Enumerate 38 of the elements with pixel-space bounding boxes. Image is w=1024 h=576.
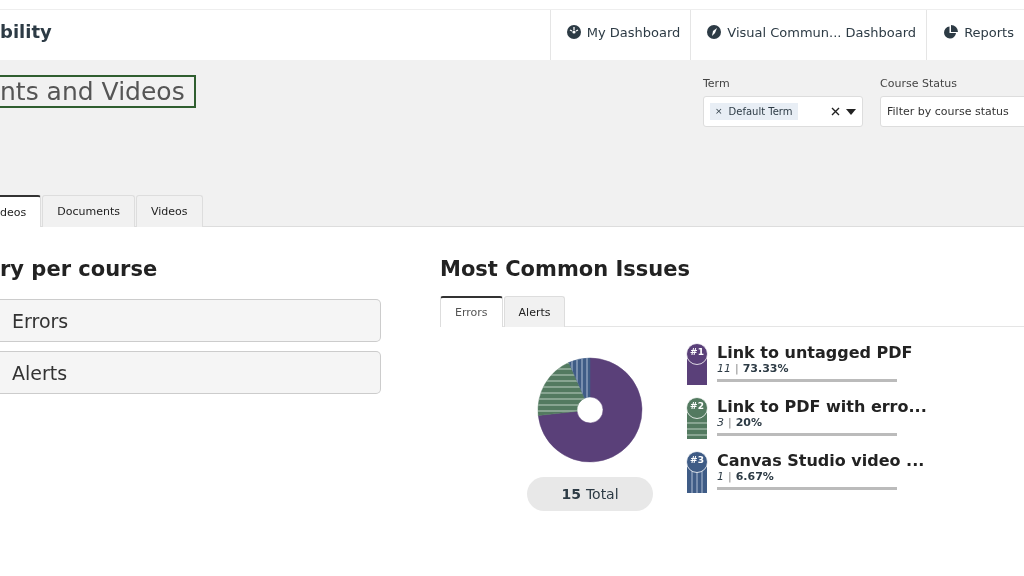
issue-percent: 73.33% [742,362,789,375]
rank-label: #3 [689,455,705,465]
gauge-icon [566,25,581,39]
issue-percent: 6.67% [735,470,774,483]
rank-label: #2 [689,401,705,411]
issue-title[interactable]: Link to untagged PDF [717,343,913,362]
section-heading: ry per course [0,257,159,281]
section-heading: Most Common Issues [440,257,691,281]
issue-percent: 20% [735,416,763,429]
tab[interactable]: Alerts [503,296,566,327]
status-select[interactable]: Filter by course status [880,96,1024,127]
term-select[interactable]: × Default Term [703,96,863,127]
pie-chart-icon [943,24,959,40]
rank-label: #1 [689,347,705,357]
issue-count: 3 [717,416,724,429]
term-tag: Default Term [728,106,793,117]
clear-icon[interactable] [831,107,840,116]
tab[interactable]: Documents [42,195,135,227]
caret-icon [846,108,856,115]
issue-count: 1 [717,470,724,483]
summary-card[interactable]: Errors [0,299,381,342]
app-brand: bility [0,20,52,42]
page-title: nts and Videos [0,75,196,108]
separator: | [735,362,739,375]
tab[interactable]: Videos [135,195,203,227]
filter-label: Course Status [880,77,958,90]
tab[interactable]: deos [0,195,42,227]
total-pill: 15 Total [527,477,653,511]
separator: | [728,470,732,483]
compass-icon [707,25,722,39]
issue-count: 11 [717,362,731,375]
issue-title[interactable]: Link to PDF with erro... [717,397,927,416]
tab[interactable]: Errors [440,296,503,327]
summary-card[interactable]: Alerts [0,351,381,394]
remove-tag-button[interactable]: × [715,106,723,117]
filter-label: Term [703,77,731,90]
issue-title[interactable]: Canvas Studio video ... [717,451,925,470]
separator: | [728,416,732,429]
